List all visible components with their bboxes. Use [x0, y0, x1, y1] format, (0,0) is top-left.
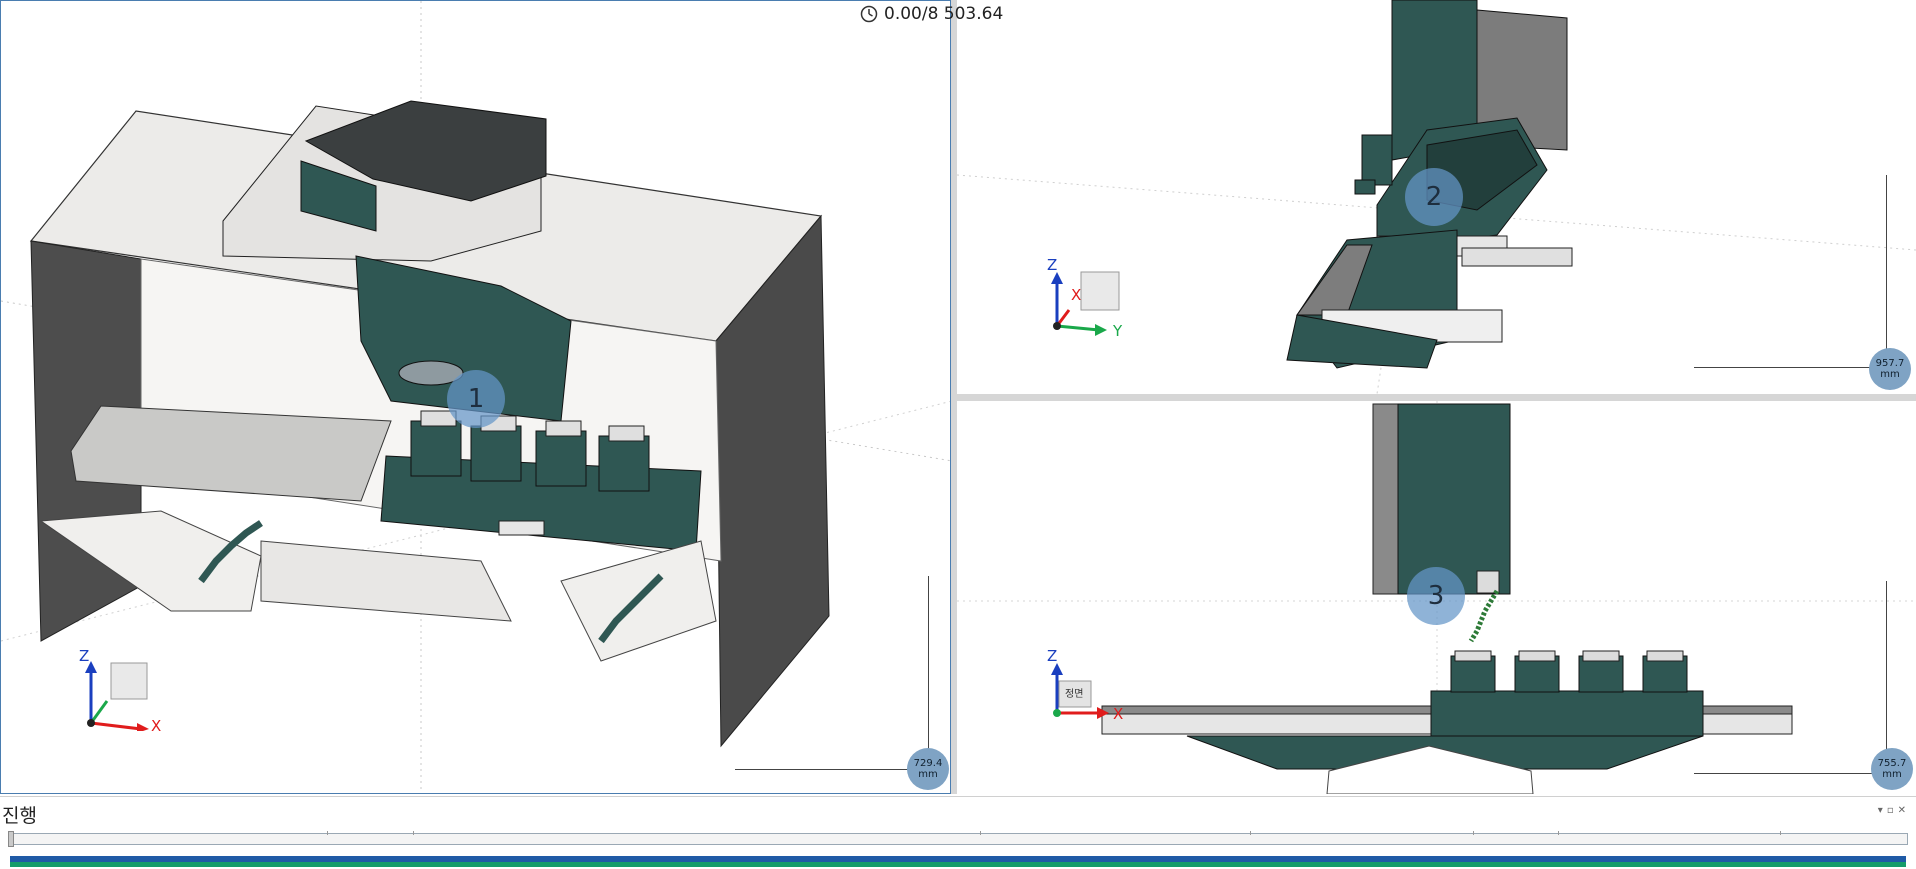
timeline-tick — [1473, 831, 1474, 835]
viewport-badge-3[interactable]: 3 — [1407, 567, 1465, 625]
time-value: 0.00/8 503.64 — [884, 4, 1004, 24]
clock-icon — [860, 5, 878, 23]
axis-x-label: X — [1071, 286, 1082, 304]
horizontal-splitter[interactable] — [957, 394, 1916, 401]
timeline-tick — [327, 831, 328, 835]
timeline-tick — [1780, 831, 1781, 835]
scale-bar — [1694, 581, 1887, 774]
progress-bar-secondary — [10, 862, 1906, 867]
viewport-isometric[interactable]: 1 Z X 729.4 mm — [0, 0, 951, 794]
panel-controls[interactable]: ▾▫✕ — [1878, 805, 1910, 816]
scale-indicator-2: 957.7 mm — [1869, 348, 1911, 390]
axis-x-label: X — [1113, 705, 1124, 723]
axis-triad: Z X Y — [1037, 256, 1137, 348]
scale-bar — [1694, 175, 1887, 368]
panel-title: 진행 — [2, 805, 37, 827]
close-icon[interactable]: ✕ — [1898, 805, 1910, 816]
viewport-badge-1[interactable]: 1 — [447, 370, 505, 428]
axis-x-label: X — [151, 717, 162, 735]
timeline-tick — [1250, 831, 1251, 835]
timeline-tick — [980, 831, 981, 835]
timeline-slider-track[interactable] — [10, 833, 1908, 845]
view-cube-front-label[interactable]: 정면 — [1065, 685, 1083, 700]
pin-icon[interactable]: ▫ — [1887, 805, 1898, 816]
chevron-down-icon[interactable]: ▾ — [1878, 805, 1887, 816]
timeline-slider-thumb[interactable] — [8, 831, 14, 847]
scale-indicator-3: 755.7 mm — [1871, 748, 1913, 790]
simulation-time-readout: 0.00/8 503.64 — [860, 4, 1003, 24]
axis-triad: Z X — [71, 647, 171, 735]
axis-z-label: Z — [1047, 256, 1058, 274]
scale-bar — [735, 576, 929, 770]
axis-z-label: Z — [1047, 647, 1058, 665]
timeline-tick — [413, 831, 414, 835]
scale-indicator-1: 729.4 mm — [907, 748, 949, 790]
axis-triad: 정면 Z X — [1037, 647, 1137, 731]
axis-z-label: Z — [79, 647, 90, 665]
timeline-tick — [1558, 831, 1559, 835]
viewport-badge-2[interactable]: 2 — [1405, 168, 1463, 226]
viewport-top[interactable]: 2 Z X Y 957.7 mm — [957, 0, 1916, 394]
viewport-front[interactable]: 3 정면 Z X 755.7 mm — [957, 401, 1916, 794]
axis-y-label: Y — [1113, 322, 1123, 340]
